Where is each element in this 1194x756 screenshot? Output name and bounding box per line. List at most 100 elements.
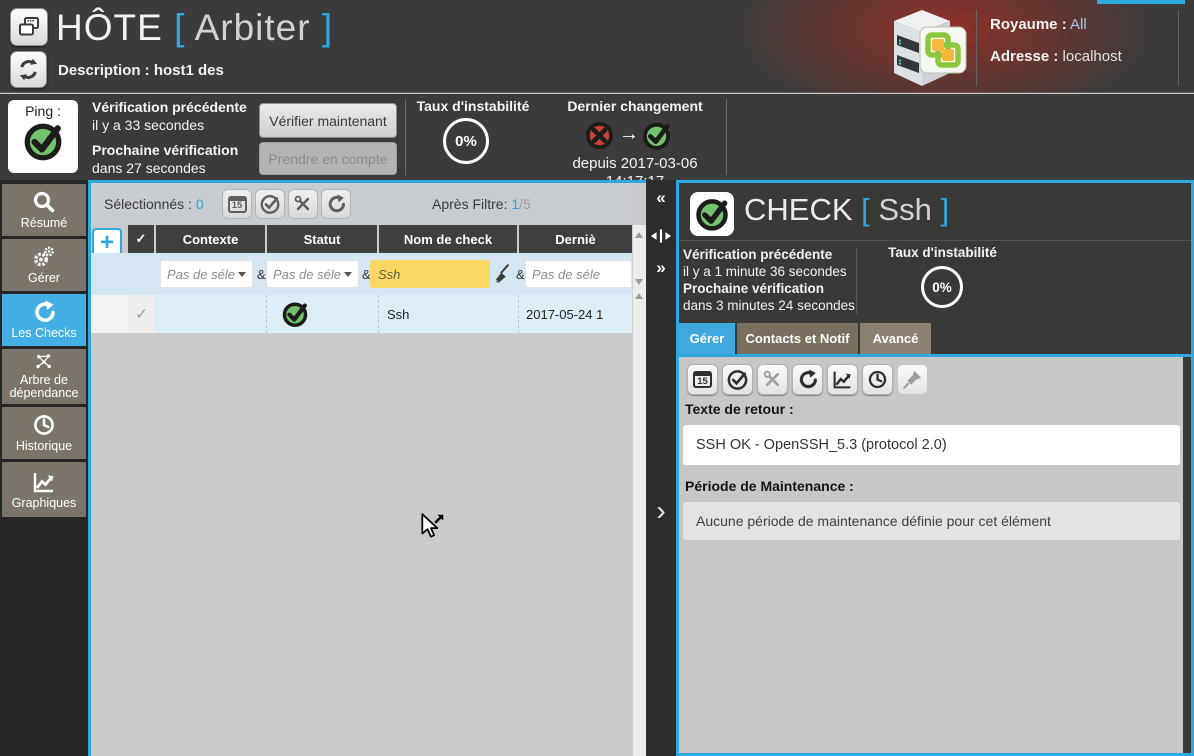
row-cell-nom-de-check[interactable]: Ssh: [378, 295, 518, 333]
sidebar-item-graphiques[interactable]: Graphiques: [2, 462, 86, 517]
tab-contacts-et-notif[interactable]: Contacts et Notif: [737, 323, 858, 354]
open-panel-button[interactable]: ›: [646, 495, 676, 527]
after-filter-total: /5: [519, 196, 531, 212]
pingbar-divider-1: [405, 99, 406, 175]
dependency-tree-icon: [32, 353, 56, 371]
check-status-badge: [690, 192, 734, 236]
context-filter-dropdown[interactable]: Pas de sélecti: [160, 260, 253, 288]
refresh-button[interactable]: [10, 51, 47, 88]
column-header-statut[interactable]: Statut: [267, 225, 377, 253]
header-divider-right: [1178, 10, 1179, 86]
check-now-button[interactable]: Vérifier maintenant: [259, 103, 397, 138]
previous-check-label: Vérification précédente: [92, 98, 247, 116]
scroll-up-arrow[interactable]: [635, 293, 643, 299]
scroll-down-arrow[interactable]: [635, 279, 643, 285]
recheck-button[interactable]: [321, 189, 351, 219]
row-select-checkbox[interactable]: ✓: [128, 295, 155, 333]
row-cell-derniere-verification[interactable]: 2017-05-24 1: [518, 295, 632, 333]
recheck-button[interactable]: [792, 364, 823, 395]
bracket-open: [: [861, 192, 870, 227]
undo-arrow-icon: [32, 300, 56, 324]
ping-card: Ping :: [8, 100, 78, 173]
next-check-value: dans 27 secondes: [92, 159, 247, 177]
tab-avance[interactable]: Avancé: [860, 323, 931, 354]
after-filter-counter: Après Filtre: 1/5: [432, 196, 531, 212]
filter-and-separator: &: [516, 267, 525, 282]
sidebar-item-historique[interactable]: Historique: [2, 407, 86, 459]
last-check-filter-dropdown[interactable]: Pas de séle: [525, 260, 632, 288]
host-instability-value: 0%: [455, 133, 477, 150]
dropdown-placeholder: Pas de sélecti: [273, 267, 341, 282]
graph-button[interactable]: [827, 364, 858, 395]
tools-button[interactable]: [757, 364, 788, 395]
collapse-panel-button[interactable]: «: [646, 188, 676, 208]
column-header-derniere[interactable]: Derniè: [519, 225, 632, 253]
calendar-day: 15: [697, 376, 708, 387]
status-filter-dropdown[interactable]: Pas de sélecti: [266, 260, 359, 288]
sidebar-item-les-checks[interactable]: Les Checks: [2, 294, 86, 346]
sidebar-item-label: Gérer: [28, 272, 60, 285]
column-header-contexte[interactable]: Contexte: [156, 225, 265, 253]
resize-horizontal-icon[interactable]: [651, 229, 671, 243]
entity-type: CHECK: [744, 192, 853, 227]
after-filter-current: 1: [511, 196, 519, 212]
tools-button[interactable]: [288, 189, 318, 219]
return-text-label: Texte de retour :: [685, 401, 794, 417]
schedule-button[interactable]: 15: [687, 364, 718, 395]
check-glyph: ✓: [136, 231, 147, 247]
check-ok-icon: [694, 196, 730, 232]
expand-panel-button[interactable]: »: [646, 258, 676, 278]
next-check-label: Prochaine vérification: [683, 280, 855, 297]
selected-counter: Sélectionnés : 0: [104, 196, 204, 212]
row-cell-contexte[interactable]: [155, 295, 266, 333]
tools-icon: [293, 194, 313, 214]
address-row: Adresse : localhost: [990, 48, 1122, 65]
sidebar-item-resume[interactable]: Résumé: [2, 184, 86, 236]
sidebar-item-label: Les Checks: [11, 327, 76, 340]
bracket-open: [: [174, 7, 185, 48]
schedule-button[interactable]: 15: [222, 189, 252, 219]
pin-icon: [902, 369, 923, 390]
acknowledge-check-button[interactable]: [722, 364, 753, 395]
panel-info-divider: [856, 248, 857, 314]
sidebar-item-label: Graphiques: [12, 497, 77, 510]
row-cell-statut[interactable]: [266, 295, 378, 333]
clear-name-filter-broom-icon[interactable]: [493, 263, 514, 284]
entity-name: Ssh: [878, 192, 931, 227]
address-value: localhost: [1063, 48, 1122, 65]
host-description: Description : host1 des: [58, 62, 224, 79]
scroll-up-arrow[interactable]: [635, 232, 643, 238]
realm-value: All: [1070, 16, 1087, 33]
check-circle-icon: [726, 368, 749, 391]
sidebar-item-arbre-dependance[interactable]: Arbre de dépendance: [2, 349, 86, 404]
clock-icon: [32, 413, 56, 437]
column-header-nom-de-check[interactable]: Nom de check: [379, 225, 517, 253]
acknowledge-button[interactable]: Prendre en compte: [259, 142, 397, 175]
table-scrollbar[interactable]: [632, 225, 646, 756]
column-header-select-all[interactable]: ✓: [128, 225, 154, 253]
windows-button[interactable]: [10, 8, 48, 46]
bracket-close: ]: [940, 192, 949, 227]
check-glyph: ✓: [135, 305, 148, 323]
gears-icon: [32, 245, 56, 269]
sidebar-item-gerer[interactable]: Gérer: [2, 239, 86, 291]
acknowledge-selection-button[interactable]: [255, 189, 285, 219]
previous-check-value: il y a 1 minute 36 secondes: [683, 263, 855, 280]
line-chart-icon: [32, 470, 56, 494]
host-check-times: Vérification précédente il y a 33 second…: [92, 98, 247, 177]
check-name-filter-input[interactable]: [370, 260, 490, 288]
check-panel-title: CHECK [ Ssh ]: [744, 192, 949, 228]
undo-arrow-icon: [326, 194, 346, 214]
ping-label: Ping :: [8, 100, 78, 119]
pingbar-divider-2: [726, 99, 727, 175]
next-check-label: Prochaine vérification: [92, 141, 247, 159]
refresh-icon: [17, 58, 40, 81]
mouse-cursor: [418, 512, 446, 540]
tab-gerer[interactable]: Gérer: [679, 323, 735, 354]
search-icon: [32, 190, 56, 214]
current-state-ok-icon: [641, 120, 672, 151]
check-instability-label: Taux d'instabilité: [870, 244, 1015, 261]
history-button[interactable]: [862, 364, 893, 395]
pin-button[interactable]: [897, 364, 928, 395]
return-text-input[interactable]: [682, 424, 1181, 466]
